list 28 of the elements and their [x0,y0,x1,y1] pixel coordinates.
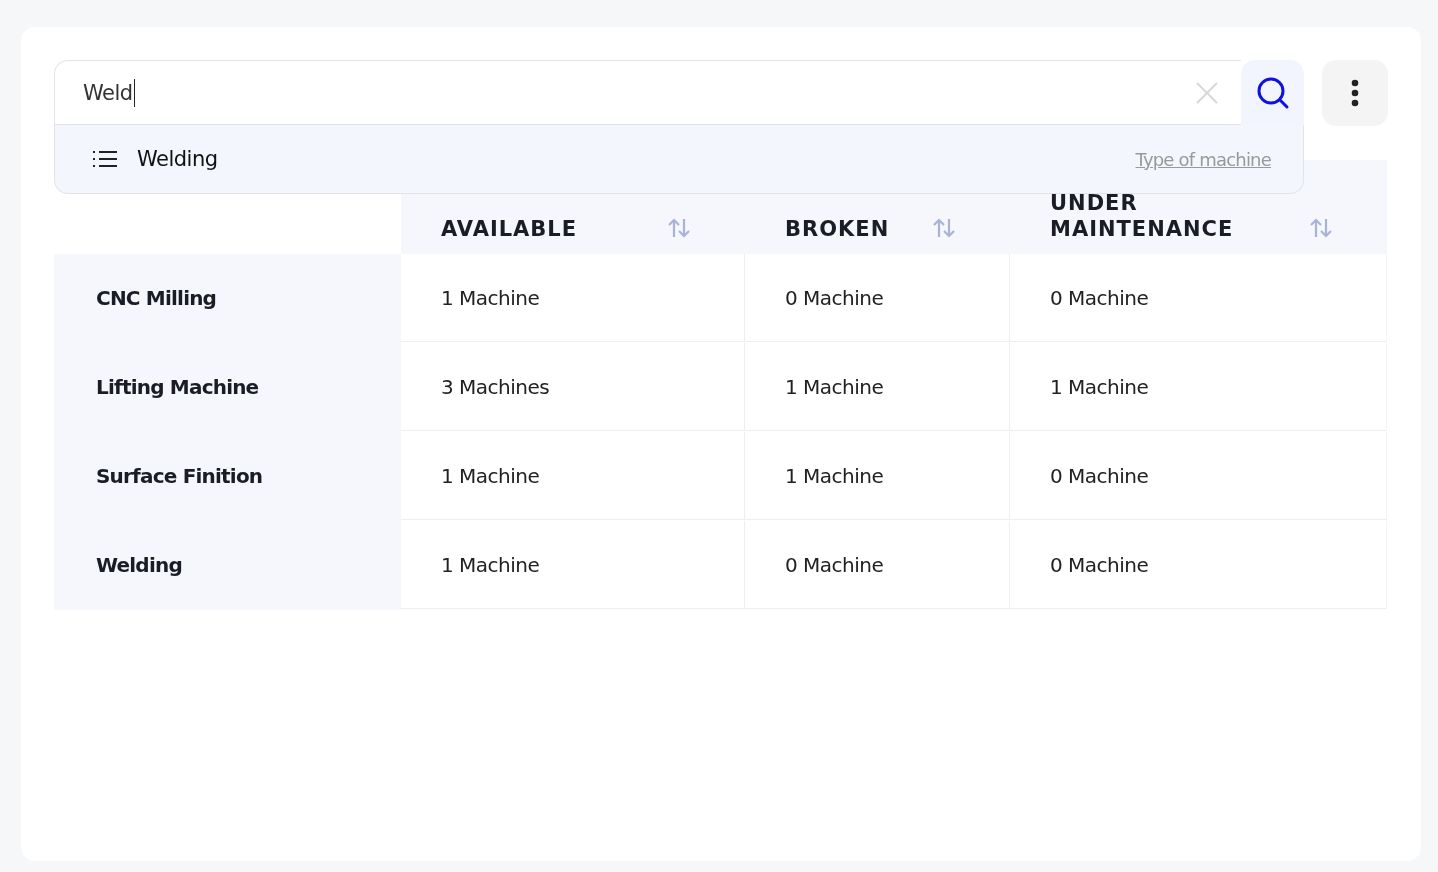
close-icon[interactable] [1195,80,1219,105]
sort-icon[interactable] [933,218,955,238]
list-icon [93,150,117,168]
search-text: Weld [83,80,133,105]
row-header: Welding [54,521,401,610]
table-cell: 0 Machine [1010,254,1387,342]
table-cell: 0 Machine [1010,432,1387,520]
table-cell: 0 Machine [745,521,1010,609]
table-cell: 1 Machine [401,521,745,609]
search-button[interactable] [1241,60,1304,125]
row-header: CNC Milling [54,254,401,343]
row-header: Lifting Machine [54,343,401,432]
table-cell: 1 Machine [1010,343,1387,431]
table-cell: 0 Machine [745,254,1010,342]
sort-icon[interactable] [668,218,690,238]
more-icon [1351,79,1359,107]
table-cell: 1 Machine [745,432,1010,520]
row-header: Surface Finition [54,432,401,521]
table-cell: 0 Machine [1010,521,1387,609]
table-cell: 1 Machine [401,432,745,520]
table-cell: 1 Machine [745,343,1010,431]
more-button[interactable] [1322,60,1388,126]
search-field[interactable]: Weld [54,60,1241,125]
table-cell: 1 Machine [401,254,745,342]
table-cell: 3 Machines [401,343,745,431]
suggestion-item[interactable]: Welding [137,147,218,171]
sort-icon[interactable] [1310,218,1332,238]
search-icon [1255,75,1290,110]
